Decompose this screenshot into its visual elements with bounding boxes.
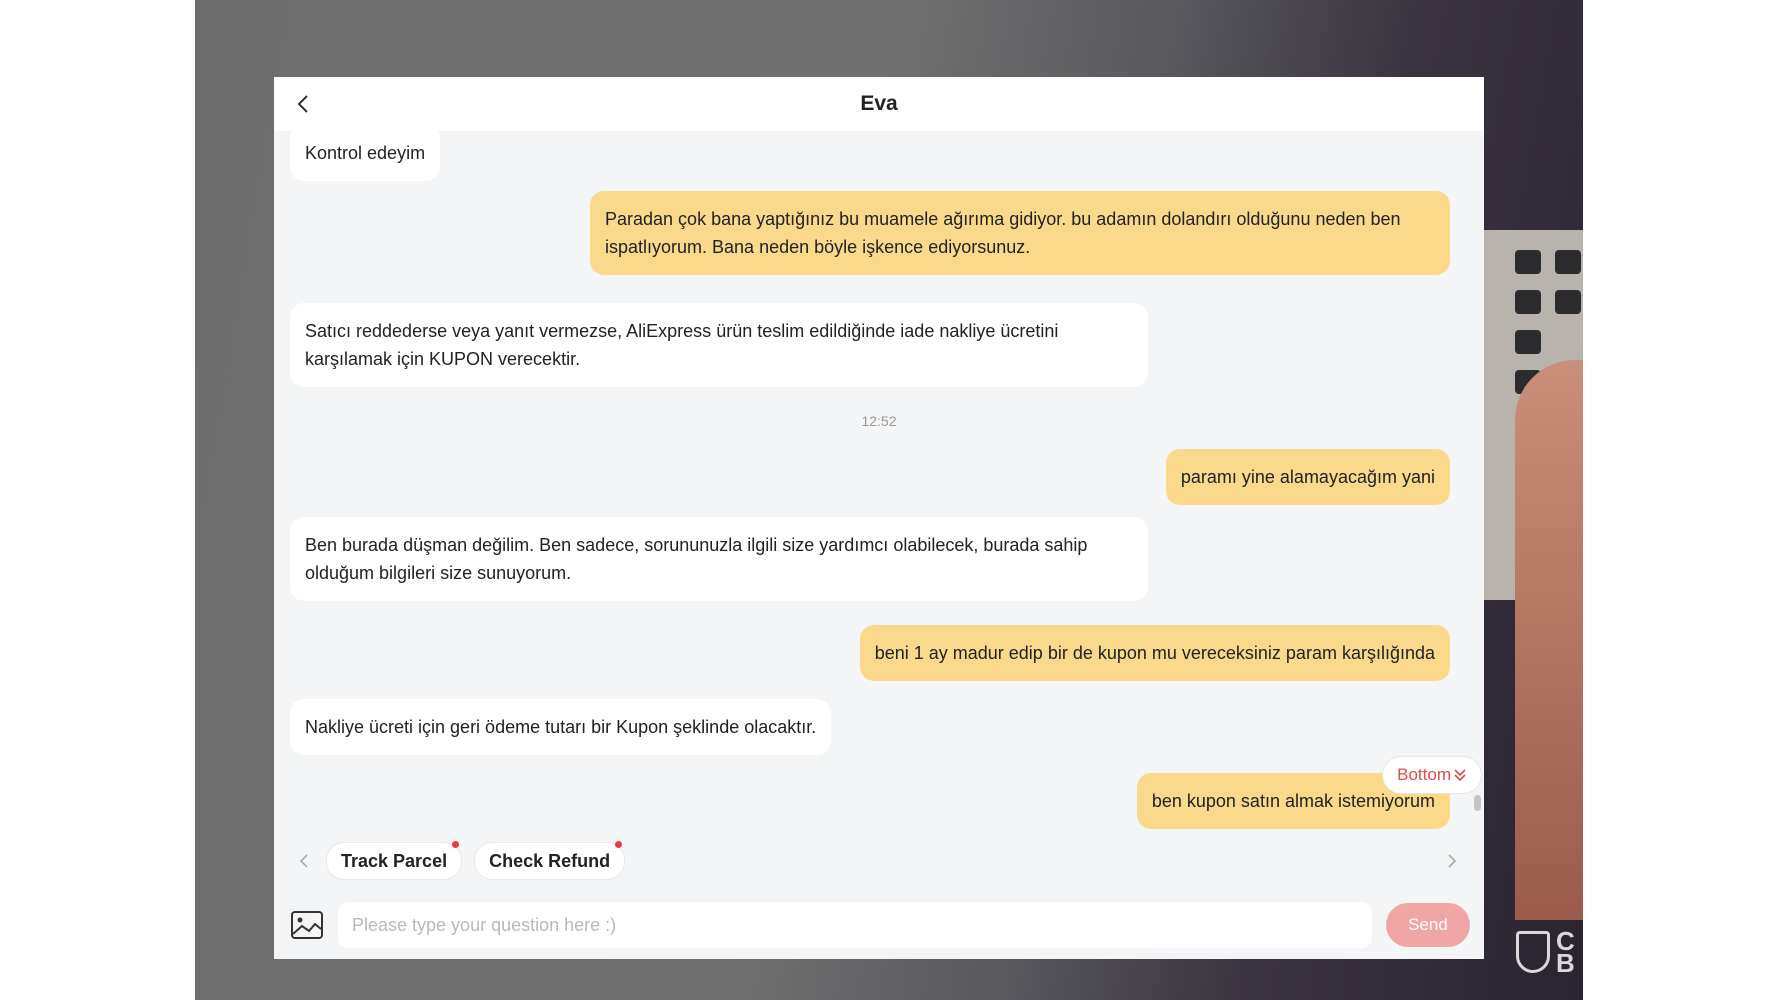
user-message: paramı yine alamayacağım yani xyxy=(1165,449,1450,505)
notification-dot xyxy=(615,841,623,848)
quick-actions-bar: Track Parcel Check Refund xyxy=(274,831,1484,891)
message-input-bar: Send xyxy=(274,891,1484,959)
back-arrow-icon[interactable] xyxy=(294,94,314,114)
shield-icon xyxy=(1516,931,1550,973)
user-message: beni 1 ay madur edip bir de kupon mu ver… xyxy=(859,625,1450,681)
scroll-to-bottom-button[interactable]: Bottom xyxy=(1382,756,1482,794)
chat-window: Eva Kontrol edeyim Paradan çok bana yapt… xyxy=(274,77,1484,959)
chip-label: Track Parcel xyxy=(341,850,448,871)
watermark-logo: C B xyxy=(1516,928,1575,978)
user-message: Paradan çok bana yaptığınız bu muamele a… xyxy=(590,191,1450,275)
track-parcel-button[interactable]: Track Parcel xyxy=(326,841,463,880)
agent-message: Satıcı reddederse veya yanıt vermezse, A… xyxy=(290,303,1148,387)
double-chevron-down-icon xyxy=(1454,769,1466,782)
bottom-button-label: Bottom xyxy=(1397,765,1451,784)
check-refund-button[interactable]: Check Refund xyxy=(474,841,626,880)
notification-dot xyxy=(452,841,460,848)
chevron-right-icon[interactable] xyxy=(1442,851,1462,871)
agent-message: Ben burada düşman değilim. Ben sadece, s… xyxy=(290,517,1148,601)
chip-label: Check Refund xyxy=(489,850,611,871)
chevron-left-icon[interactable] xyxy=(294,851,314,871)
chat-header: Eva xyxy=(274,77,1484,131)
scrollbar-thumb[interactable] xyxy=(1474,795,1481,811)
watermark-line-2: B xyxy=(1556,948,1575,978)
send-button[interactable]: Send xyxy=(1386,903,1470,947)
agent-message: Nakliye ücreti için geri ödeme tutarı bi… xyxy=(290,699,832,755)
hand xyxy=(1515,360,1583,920)
chat-title: Eva xyxy=(860,92,898,115)
image-upload-icon[interactable] xyxy=(290,910,324,940)
message-input[interactable] xyxy=(338,902,1372,948)
message-list[interactable]: Kontrol edeyim Paradan çok bana yaptığın… xyxy=(274,131,1484,831)
agent-message: Kontrol edeyim xyxy=(290,131,441,181)
message-timestamp: 12:52 xyxy=(861,413,897,429)
